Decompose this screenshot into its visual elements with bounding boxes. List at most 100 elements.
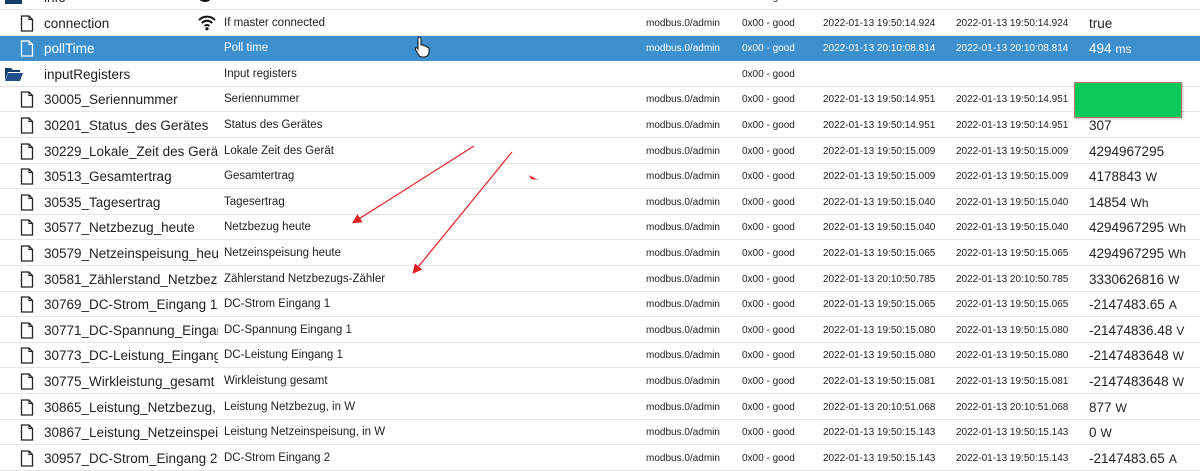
- table-row[interactable]: 30771_DC-Spannung_Eingan... DC-Spannung E…: [0, 317, 1200, 343]
- object-id: 30229_Lokale_Zeit des Gerät: [44, 143, 218, 159]
- object-timestamp: 2022-01-13 19:50:15.009: [823, 171, 936, 183]
- object-quality: 0x00 - good: [742, 43, 795, 55]
- object-value[interactable]: -21474836.48 V: [1089, 318, 1200, 343]
- object-value-unit: ms: [1115, 42, 1132, 57]
- file-icon: [20, 36, 40, 61]
- object-value[interactable]: 877 W: [1089, 395, 1200, 420]
- file-icon: [20, 343, 40, 368]
- object-lastchange: 2022-01-13 19:50:14.951: [956, 94, 1069, 106]
- object-value[interactable]: 494 ms: [1089, 36, 1200, 61]
- table-row[interactable]: 30229_Lokale_Zeit des Gerät Lokale Zeit d…: [0, 138, 1200, 164]
- object-name: Seriennummer: [224, 93, 300, 106]
- object-id: 30867_Leistung_Netzeinspeis...: [44, 425, 218, 441]
- folder-open-icon: [4, 62, 24, 87]
- file-icon: [20, 292, 40, 317]
- object-name: DC-Strom Eingang 2: [224, 451, 331, 464]
- file-icon: [20, 164, 40, 189]
- object-quality: 0x00 - good: [742, 324, 795, 336]
- object-value[interactable]: true: [1089, 11, 1200, 36]
- object-lastchange: 2022-01-13 20:10:50.785: [956, 273, 1069, 285]
- object-from: modbus.0/admin: [646, 401, 720, 413]
- object-value[interactable]: 4294967295 Wh: [1089, 215, 1200, 240]
- object-from: [646, 62, 736, 87]
- object-id: 30579_Netzeinspeisung_heute: [44, 246, 218, 261]
- table-row[interactable]: connection If master connected modbus.0/ad…: [0, 10, 1200, 36]
- object-from: modbus.0/admin: [646, 324, 720, 336]
- object-name: Poll time: [224, 42, 269, 55]
- object-from: modbus.0/admin: [646, 196, 720, 208]
- table-row[interactable]: 30005_Seriennummer Seriennummer modbus.0/a…: [0, 87, 1200, 113]
- object-from: modbus.0/admin: [646, 120, 720, 131]
- table-row[interactable]: pollTime Poll time modbus.0/admin 0x00 - go…: [0, 36, 1200, 62]
- seriennummer-value-swatch[interactable]: [1074, 82, 1182, 118]
- object-quality: 0x00 - good: [742, 401, 795, 413]
- object-quality: 0x00 - good: [742, 350, 795, 362]
- table-row[interactable]: 30579_Netzeinspeisung_heute Netzeinspeisu…: [0, 241, 1200, 266]
- object-lastchange: 2022-01-13 19:50:15.065: [956, 248, 1069, 259]
- object-value[interactable]: 4294967295: [1089, 139, 1200, 164]
- table-row[interactable]: 30201_Status_des Gerätes Status des Gerät…: [0, 113, 1200, 138]
- object-from: modbus.0/admin: [646, 171, 720, 183]
- object-value[interactable]: [1089, 0, 1200, 10]
- object-name: Netzbezug heute: [224, 221, 311, 234]
- object-timestamp: 2022-01-13 19:50:15.143: [823, 427, 936, 439]
- table-row[interactable]: 30867_Leistung_Netzeinspeis... Leistung N…: [0, 420, 1200, 446]
- object-value[interactable]: 3330626816 W: [1089, 267, 1200, 292]
- object-from: modbus.0/admin: [646, 248, 720, 259]
- object-id: 30771_DC-Spannung_Eingan...: [44, 322, 218, 338]
- table-row[interactable]: inputRegisters Input registers 0x00 - good: [0, 61, 1200, 87]
- object-value[interactable]: -2147483.65 A: [1089, 292, 1200, 317]
- object-value-text: 4294967295: [1089, 143, 1165, 159]
- object-id: 30535_Tagesertrag: [44, 194, 161, 210]
- object-id: info: [44, 0, 218, 10]
- file-icon: [20, 267, 40, 292]
- table-row[interactable]: 30581_Zählerstand_Netzbez... Zählerstand …: [0, 266, 1200, 292]
- object-value-text: 494: [1089, 41, 1112, 57]
- object-name: Netzeinspeisung heute: [224, 247, 341, 259]
- object-name: If master connected: [224, 16, 325, 29]
- object-from: modbus.0/admin: [646, 145, 720, 157]
- object-id: 30513_Gesamtertrag: [44, 169, 172, 185]
- object-from: modbus.0/admin: [646, 376, 720, 387]
- object-value[interactable]: 14854 Wh: [1089, 190, 1200, 215]
- object-id: connection: [44, 15, 110, 31]
- table-row[interactable]: 30513_Gesamtertrag Gesamtertrag modbus.0/a…: [0, 164, 1200, 190]
- object-name: info: [224, 0, 474, 10]
- object-value-text: -2147483648: [1089, 348, 1169, 364]
- object-value-text: 4178843: [1089, 169, 1142, 185]
- object-value[interactable]: 0W: [1089, 420, 1200, 445]
- object-quality: 0x00 - good: [742, 171, 795, 183]
- file-icon: [20, 139, 40, 164]
- object-name: Lokale Zeit des Gerät: [224, 144, 334, 157]
- file-icon: [20, 241, 40, 266]
- table-row[interactable]: 30865_Leistung_Netzbezug, i... Leistung N…: [0, 394, 1200, 420]
- object-value[interactable]: 4294967295 Wh: [1089, 241, 1200, 266]
- object-value[interactable]: -2147483.65 A: [1089, 446, 1200, 471]
- table-row[interactable]: 30957_DC-Strom_Eingang 2 DC-Strom Eingang…: [0, 445, 1200, 471]
- object-value[interactable]: -2147483648 W: [1089, 369, 1200, 394]
- object-value-text: 14854: [1089, 194, 1127, 210]
- table-row[interactable]: 30775_Wirkleistung_gesamt Wirkleistung ge…: [0, 369, 1200, 394]
- table-row[interactable]: 30577_Netzbezug_heute Netzbezug heute modb…: [0, 215, 1200, 241]
- table-row[interactable]: 30769_DC-Strom_Eingang 1 DC-Strom Eingang…: [0, 292, 1200, 318]
- object-quality: 0x00 - good: [742, 376, 795, 387]
- object-name: Zählerstand Netzbezugs-Zähler: [224, 272, 386, 285]
- table-row[interactable]: 30773_DC-Leistung_Eingang 1 DC-Leistung E…: [0, 343, 1200, 369]
- object-quality: 0x00 - good: [742, 452, 795, 464]
- object-quality: 0x00 - good: [742, 94, 795, 106]
- object-value[interactable]: -2147483648 W: [1089, 343, 1200, 368]
- file-icon: [20, 395, 40, 420]
- object-name: Leistung Netzeinspeisung, in W: [224, 426, 386, 439]
- object-quality: 0x00 - good: [742, 68, 795, 80]
- object-timestamp: 2022-01-13 19:50:15.081: [823, 376, 936, 387]
- object-value-text: 4294967295: [1089, 246, 1165, 261]
- object-value-unit: W: [1172, 375, 1184, 389]
- object-quality: 0x00 - good: [742, 0, 812, 10]
- table-row[interactable]: info info 0x00 - good: [0, 0, 1200, 10]
- object-timestamp: 2022-01-13 19:50:15.040: [823, 196, 936, 208]
- table-row[interactable]: 30535_Tagesertrag Tagesertrag modbus.0/adm…: [0, 189, 1200, 215]
- object-quality: 0x00 - good: [742, 248, 795, 259]
- object-timestamp: 2022-01-13 19:50:15.065: [823, 248, 936, 259]
- object-value-unit: A: [1168, 451, 1177, 466]
- object-value[interactable]: 4178843 W: [1089, 164, 1200, 189]
